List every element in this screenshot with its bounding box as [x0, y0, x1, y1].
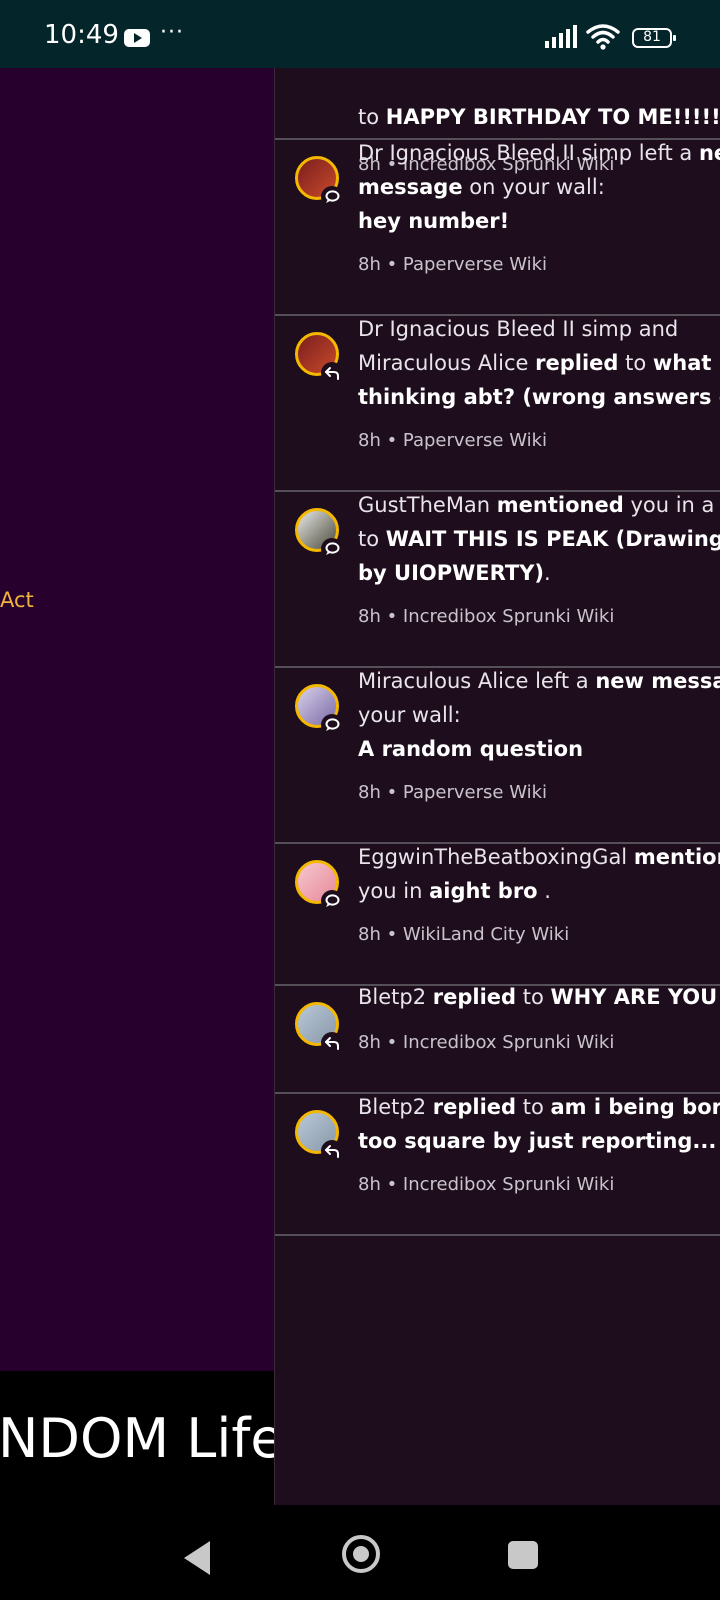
- signal-icon: [545, 25, 577, 48]
- notification-emphasis: what is: [652, 351, 720, 375]
- notification-text: your wall:: [358, 698, 720, 732]
- navigation-bar: [0, 1505, 720, 1600]
- speech-bubble-icon: [321, 890, 343, 912]
- notification-plain: GustTheMan: [358, 493, 497, 517]
- reply-arrow-icon: [321, 362, 343, 384]
- notification-plain: to: [618, 351, 653, 375]
- notification-emphasis: message: [358, 175, 463, 199]
- notification-plain: to: [516, 985, 551, 1009]
- notification-meta: 8h • Incredibox Sprunki Wiki: [358, 606, 615, 627]
- notification-text: message on your wall:: [358, 170, 720, 204]
- battery-icon: 81: [632, 28, 676, 48]
- notification-emphasis: am i being boring: [550, 1095, 720, 1119]
- background-page: Act: [0, 68, 274, 1371]
- notification-text: hey number!: [358, 204, 720, 238]
- notification-plain: EggwinTheBeatboxingGal: [358, 845, 634, 869]
- notification-plain: you in: [358, 879, 430, 903]
- notification-plain: Dr Ignacious Bleed II simp left a: [358, 141, 699, 165]
- background-title: NDOM Lifes: [0, 1407, 274, 1470]
- notification-text: by UIOPWERTY).: [358, 556, 720, 590]
- notification-text: A random question: [358, 732, 720, 766]
- notification-plain: .: [537, 879, 551, 903]
- background-banner: NDOM Lifes: [0, 1371, 274, 1505]
- notification-emphasis: replied: [535, 351, 619, 375]
- notification-item[interactable]: Dr Ignacious Bleed II simp left a new mes…: [275, 140, 720, 316]
- notification-meta: 8h • Incredibox Sprunki Wiki: [358, 1032, 615, 1053]
- notification-text: Dr Ignacious Bleed II simp left a new: [358, 136, 720, 170]
- notification-meta: 8h • Paperverse Wiki: [358, 254, 548, 275]
- notification-item[interactable]: Miraculous Alice left a new messag your w…: [275, 668, 720, 844]
- speech-bubble-icon: [321, 538, 343, 560]
- reply-arrow-icon: [321, 1032, 343, 1054]
- wifi-icon: [586, 24, 620, 50]
- notification-emphasis: replied: [432, 1095, 517, 1119]
- notification-item[interactable]: Bletp2 replied to WHY ARE YOU BL 8h • Inc…: [275, 985, 720, 1094]
- notification-emphasis: replied: [432, 985, 517, 1009]
- background-side-label[interactable]: Act: [0, 588, 34, 612]
- recents-icon[interactable]: [508, 1541, 538, 1569]
- notification-text: Bletp2 replied to WHY ARE YOU BL: [358, 980, 720, 1014]
- more-notifications-dots: ···: [160, 20, 184, 45]
- notification-emphasis: too square by just reporting...: [358, 1129, 717, 1153]
- notification-text: you in aight bro .: [358, 874, 720, 908]
- notification-plain: to: [516, 1095, 551, 1119]
- notification-text: GustTheMan mentioned you in a re: [358, 488, 720, 522]
- notification-plain: your wall:: [358, 703, 461, 727]
- notification-emphasis: HAPPY BIRTHDAY TO ME!!!!!!!!: [385, 105, 720, 129]
- notification-item[interactable]: Bletp2 replied to am i being boring too s…: [275, 1094, 720, 1236]
- notification-meta: 8h • WikiLand City Wiki: [358, 924, 570, 945]
- notification-emphasis: mentioned: [496, 493, 624, 517]
- notification-text: too square by just reporting...: [358, 1124, 720, 1158]
- notification-emphasis: A random question: [358, 737, 584, 761]
- notification-emphasis: new: [698, 141, 720, 165]
- notification-item[interactable]: GustTheMan mentioned you in a re to WAIT …: [275, 492, 720, 668]
- back-icon[interactable]: [184, 1541, 210, 1575]
- notification-plain: to: [358, 105, 386, 129]
- notifications-drawer: to HAPPY BIRTHDAY TO ME!!!!!!!! 8h • Incr…: [274, 68, 720, 1505]
- notification-text: Bletp2 replied to am i being boring: [358, 1090, 720, 1124]
- notification-plain: Bletp2: [358, 985, 433, 1009]
- notification-text: Miraculous Alice left a new messag: [358, 664, 720, 698]
- notification-meta: 8h • Paperverse Wiki: [358, 430, 548, 451]
- notification-text: to HAPPY BIRTHDAY TO ME!!!!!!!!: [358, 100, 720, 134]
- notification-text: EggwinTheBeatboxingGal mention: [358, 840, 720, 874]
- notification-plain: Miraculous Alice left a: [358, 669, 596, 693]
- notification-plain: on your wall:: [462, 175, 605, 199]
- notification-emphasis: WHY ARE YOU BL: [550, 985, 720, 1009]
- notification-text: thinking abt? (wrong answers only: [358, 380, 720, 414]
- speech-bubble-icon: [321, 186, 343, 208]
- status-time: 10:49: [44, 20, 119, 50]
- notification-emphasis: new messag: [595, 669, 720, 693]
- notification-item[interactable]: EggwinTheBeatboxingGal mention you in aig…: [275, 844, 720, 986]
- notification-emphasis: aight bro: [429, 879, 538, 903]
- notification-emphasis: WAIT THIS IS PEAK (Drawing ma: [385, 527, 720, 551]
- notification-emphasis: thinking abt? (wrong answers only: [358, 385, 720, 409]
- notification-plain: Dr Ignacious Bleed II simp and: [358, 317, 679, 341]
- battery-level: 81: [643, 29, 661, 45]
- notification-item[interactable]: to HAPPY BIRTHDAY TO ME!!!!!!!! 8h • Incr…: [275, 68, 720, 175]
- youtube-icon: [124, 29, 150, 47]
- notification-plain: Bletp2: [358, 1095, 433, 1119]
- notification-plain: to: [358, 527, 386, 551]
- notification-plain: .: [544, 561, 551, 585]
- home-icon[interactable]: [342, 1535, 380, 1573]
- notification-meta: 8h • Incredibox Sprunki Wiki: [358, 1174, 615, 1195]
- notification-plain: Miraculous Alice: [358, 351, 536, 375]
- notification-item[interactable]: Dr Ignacious Bleed II simp and Miraculous…: [275, 316, 720, 492]
- notification-text: Miraculous Alice replied to what is: [358, 346, 720, 380]
- notification-emphasis: hey number!: [358, 209, 510, 233]
- notification-text: Dr Ignacious Bleed II simp and: [358, 312, 720, 346]
- speech-bubble-icon: [321, 714, 343, 736]
- notification-text: to WAIT THIS IS PEAK (Drawing ma: [358, 522, 720, 556]
- status-bar: 10:49 ··· 81: [0, 0, 720, 68]
- notification-emphasis: by UIOPWERTY): [358, 561, 545, 585]
- notification-plain: you in a re: [630, 493, 720, 517]
- notification-meta: 8h • Paperverse Wiki: [358, 782, 548, 803]
- reply-arrow-icon: [321, 1140, 343, 1162]
- notification-emphasis: mention: [633, 845, 720, 869]
